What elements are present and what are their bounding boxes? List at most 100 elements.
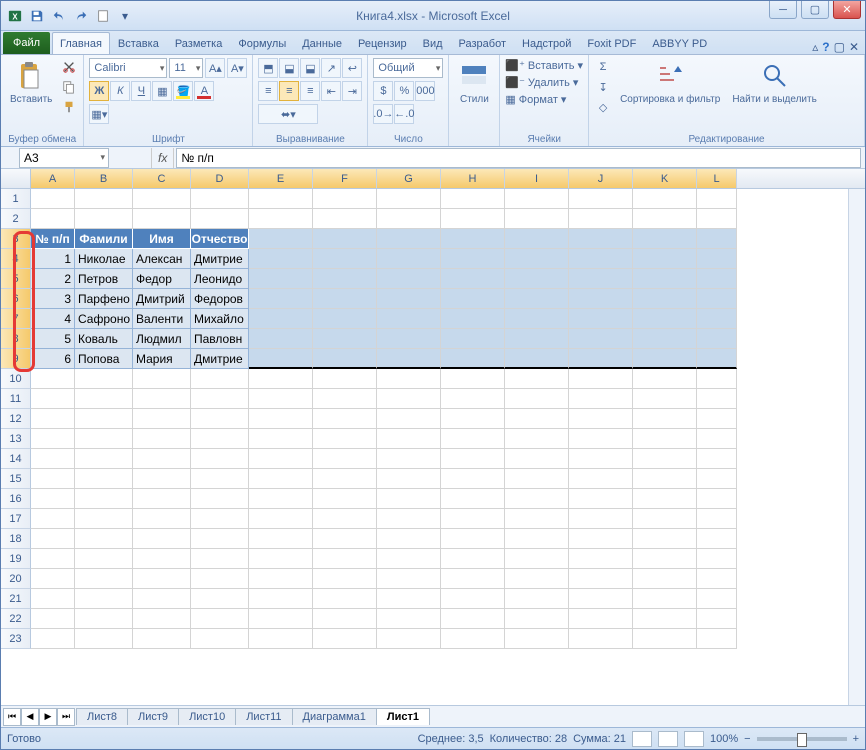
cell-J14[interactable]: [569, 449, 633, 469]
cell-J1[interactable]: [569, 189, 633, 209]
cell-D19[interactable]: [191, 549, 249, 569]
column-header-L[interactable]: L: [697, 169, 737, 188]
cell-I22[interactable]: [505, 609, 569, 629]
column-header-H[interactable]: H: [441, 169, 505, 188]
undo-icon[interactable]: [49, 6, 69, 26]
row-header-13[interactable]: 13: [1, 429, 31, 449]
cell-E2[interactable]: [249, 209, 313, 229]
cell-G3[interactable]: [377, 229, 441, 249]
cell-H16[interactable]: [441, 489, 505, 509]
cell-K9[interactable]: [633, 349, 697, 369]
cell-I9[interactable]: [505, 349, 569, 369]
cell-L6[interactable]: [697, 289, 737, 309]
cell-H14[interactable]: [441, 449, 505, 469]
cell-B17[interactable]: [75, 509, 133, 529]
cell-I19[interactable]: [505, 549, 569, 569]
cell-B22[interactable]: [75, 609, 133, 629]
cell-L19[interactable]: [697, 549, 737, 569]
cell-I5[interactable]: [505, 269, 569, 289]
cell-J23[interactable]: [569, 629, 633, 649]
cell-F4[interactable]: [313, 249, 377, 269]
cell-F14[interactable]: [313, 449, 377, 469]
merge-button[interactable]: ⬌▾: [258, 104, 318, 124]
cell-H3[interactable]: [441, 229, 505, 249]
sheet-tab-Лист8[interactable]: Лист8: [76, 708, 128, 725]
cell-F20[interactable]: [313, 569, 377, 589]
cell-H18[interactable]: [441, 529, 505, 549]
row-header-5[interactable]: 5: [1, 269, 31, 289]
sort-filter-button[interactable]: Сортировка и фильтр: [616, 58, 724, 107]
autosum-icon[interactable]: Σ: [594, 58, 612, 76]
cell-C23[interactable]: [133, 629, 191, 649]
cell-H7[interactable]: [441, 309, 505, 329]
cell-G12[interactable]: [377, 409, 441, 429]
copy-icon[interactable]: [60, 78, 78, 96]
cell-G22[interactable]: [377, 609, 441, 629]
cell-K1[interactable]: [633, 189, 697, 209]
cell-C6[interactable]: Дмитрий: [133, 289, 191, 309]
cell-I16[interactable]: [505, 489, 569, 509]
view-normal-icon[interactable]: [632, 731, 652, 747]
row-header-3[interactable]: 3: [1, 229, 31, 249]
cell-H12[interactable]: [441, 409, 505, 429]
currency-icon[interactable]: $: [373, 81, 393, 101]
cell-L15[interactable]: [697, 469, 737, 489]
cell-B7[interactable]: Сафроно: [75, 309, 133, 329]
border-menu-icon[interactable]: ▦▾: [89, 104, 109, 124]
workbook-close-icon[interactable]: ✕: [849, 40, 859, 54]
cell-D3[interactable]: Отчество: [191, 229, 249, 249]
cell-L3[interactable]: [697, 229, 737, 249]
cell-A19[interactable]: [31, 549, 75, 569]
align-middle-icon[interactable]: ⬓: [279, 58, 299, 78]
cell-H21[interactable]: [441, 589, 505, 609]
cell-A14[interactable]: [31, 449, 75, 469]
cell-I8[interactable]: [505, 329, 569, 349]
row-header-9[interactable]: 9: [1, 349, 31, 369]
cell-E4[interactable]: [249, 249, 313, 269]
cell-K14[interactable]: [633, 449, 697, 469]
cell-A15[interactable]: [31, 469, 75, 489]
cell-I10[interactable]: [505, 369, 569, 389]
cell-L13[interactable]: [697, 429, 737, 449]
cell-I12[interactable]: [505, 409, 569, 429]
cell-B6[interactable]: Парфено: [75, 289, 133, 309]
cell-D21[interactable]: [191, 589, 249, 609]
sheet-tab-Лист11[interactable]: Лист11: [235, 708, 292, 725]
clear-icon[interactable]: ◇: [594, 98, 612, 116]
cell-K8[interactable]: [633, 329, 697, 349]
excel-icon[interactable]: X: [5, 6, 25, 26]
cell-C10[interactable]: [133, 369, 191, 389]
workbook-restore-icon[interactable]: ▢: [834, 40, 845, 54]
cell-E23[interactable]: [249, 629, 313, 649]
cell-J22[interactable]: [569, 609, 633, 629]
new-icon[interactable]: [93, 6, 113, 26]
cell-K2[interactable]: [633, 209, 697, 229]
row-header-15[interactable]: 15: [1, 469, 31, 489]
cut-icon[interactable]: [60, 58, 78, 76]
cell-G23[interactable]: [377, 629, 441, 649]
name-box[interactable]: A3: [19, 148, 109, 168]
cell-A20[interactable]: [31, 569, 75, 589]
cell-I13[interactable]: [505, 429, 569, 449]
cell-B13[interactable]: [75, 429, 133, 449]
cell-E6[interactable]: [249, 289, 313, 309]
zoom-slider[interactable]: [757, 737, 847, 741]
cell-L9[interactable]: [697, 349, 737, 369]
cell-G14[interactable]: [377, 449, 441, 469]
cell-D4[interactable]: Дмитрие: [191, 249, 249, 269]
zoom-level[interactable]: 100%: [710, 733, 738, 745]
column-header-G[interactable]: G: [377, 169, 441, 188]
help-icon[interactable]: ?: [822, 40, 829, 54]
ribbon-minimize-icon[interactable]: ▵: [812, 40, 818, 54]
cell-I20[interactable]: [505, 569, 569, 589]
cell-C2[interactable]: [133, 209, 191, 229]
row-header-16[interactable]: 16: [1, 489, 31, 509]
cell-C1[interactable]: [133, 189, 191, 209]
cell-G20[interactable]: [377, 569, 441, 589]
cell-D15[interactable]: [191, 469, 249, 489]
cell-D18[interactable]: [191, 529, 249, 549]
cell-H2[interactable]: [441, 209, 505, 229]
cell-F22[interactable]: [313, 609, 377, 629]
column-header-K[interactable]: K: [633, 169, 697, 188]
row-header-2[interactable]: 2: [1, 209, 31, 229]
